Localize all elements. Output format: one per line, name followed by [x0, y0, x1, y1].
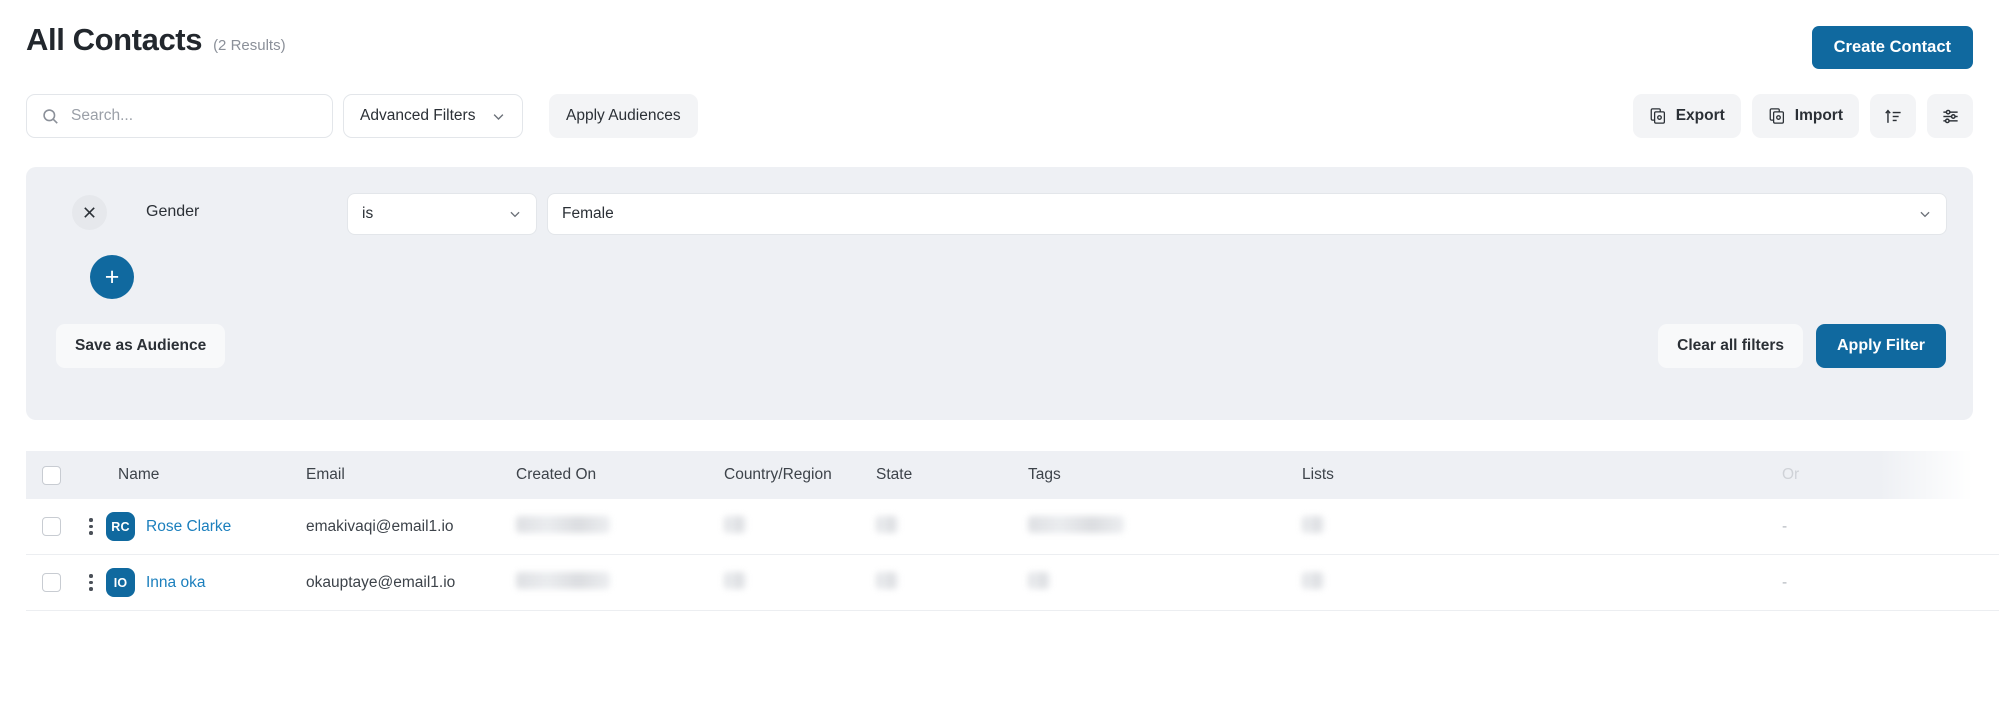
remove-filter-button[interactable] — [72, 195, 107, 230]
redacted-value — [1302, 515, 1324, 533]
avatar: RC — [106, 512, 135, 541]
export-label: Export — [1675, 107, 1725, 124]
row-checkbox[interactable] — [41, 517, 61, 536]
import-button[interactable]: Import — [1751, 94, 1859, 138]
redacted-value — [516, 515, 610, 533]
close-icon — [84, 207, 95, 218]
import-label: Import — [1794, 107, 1843, 124]
chevron-down-icon — [510, 211, 520, 218]
row-tags-cell — [1028, 515, 1302, 538]
table-row[interactable]: IO Inna oka okauptaye@email1.io - — [26, 555, 1999, 611]
redacted-value — [1302, 571, 1324, 589]
organization-value: - — [1782, 517, 1788, 535]
import-icon — [1769, 108, 1784, 124]
add-filter-button[interactable]: + — [90, 255, 134, 299]
organization-value: - — [1782, 573, 1788, 591]
search-box[interactable] — [26, 94, 333, 138]
redacted-value — [516, 571, 610, 589]
redacted-value — [1028, 515, 1124, 533]
row-name-cell: IO Inna oka — [106, 568, 306, 597]
toolbar-right-group: Export Import — [1632, 94, 1973, 138]
col-email[interactable]: Email — [306, 466, 516, 484]
select-all-cell[interactable] — [26, 465, 76, 485]
page-header: All Contacts (2 Results) Create Contact — [0, 0, 1999, 78]
row-tags-cell — [1028, 571, 1302, 594]
select-all-checkbox[interactable] — [41, 465, 61, 485]
row-organization-cell: - — [1782, 574, 1902, 592]
row-organization-cell: - — [1782, 518, 1902, 536]
avatar: IO — [106, 568, 135, 597]
search-input[interactable] — [71, 107, 311, 125]
col-organization[interactable]: Or — [1782, 466, 1902, 484]
row-name-cell: RC Rose Clarke — [106, 512, 306, 541]
col-country-region[interactable]: Country/Region — [724, 466, 876, 484]
advanced-filters-dropdown[interactable]: Advanced Filters — [343, 94, 524, 138]
apply-audiences-button[interactable]: Apply Audiences — [549, 94, 698, 138]
kebab-menu-icon[interactable] — [89, 574, 93, 591]
col-created-on[interactable]: Created On — [516, 466, 724, 484]
redacted-value — [876, 571, 898, 589]
contacts-table: Name Email Created On Country/Region Sta… — [26, 451, 1999, 611]
title-wrap: All Contacts (2 Results) — [26, 22, 286, 58]
row-lists-cell — [1302, 515, 1782, 538]
filter-panel: Gender is Female + Save as Audience Clea… — [26, 167, 1973, 420]
contact-name-link[interactable]: Rose Clarke — [146, 518, 231, 536]
table-row[interactable]: RC Rose Clarke emakivaqi@email1.io - — [26, 499, 1999, 555]
save-as-audience-button[interactable]: Save as Audience — [56, 324, 226, 368]
row-created-on-cell — [516, 515, 724, 538]
row-lists-cell — [1302, 571, 1782, 594]
apply-filter-button[interactable]: Apply Filter — [1815, 324, 1946, 368]
chevron-down-icon — [494, 113, 504, 120]
row-checkbox[interactable] — [41, 573, 61, 592]
kebab-menu-icon[interactable] — [89, 518, 93, 535]
filter-value-select[interactable]: Female — [547, 193, 1947, 235]
plus-icon: + — [104, 262, 120, 291]
row-state-cell — [876, 515, 1028, 538]
apply-audiences-label: Apply Audiences — [566, 107, 681, 124]
row-state-cell — [876, 571, 1028, 594]
col-name[interactable]: Name — [76, 466, 306, 484]
row-email-cell: okauptaye@email1.io — [306, 574, 516, 592]
advanced-filters-label: Advanced Filters — [360, 107, 476, 124]
row-country-cell — [724, 515, 876, 538]
col-tags[interactable]: Tags — [1028, 466, 1302, 484]
table-settings-button[interactable] — [1927, 94, 1973, 138]
search-icon — [43, 108, 58, 124]
filter-field-label: Gender — [146, 203, 200, 220]
export-icon — [1650, 108, 1665, 124]
row-select-cell[interactable] — [26, 517, 76, 536]
redacted-value — [1028, 571, 1050, 589]
table-header-row: Name Email Created On Country/Region Sta… — [26, 451, 1999, 499]
sort-button[interactable] — [1870, 94, 1916, 138]
row-country-cell — [724, 571, 876, 594]
col-lists[interactable]: Lists — [1302, 466, 1782, 484]
redacted-value — [876, 515, 898, 533]
row-menu-cell[interactable] — [76, 574, 106, 591]
contact-email: emakivaqi@email1.io — [306, 517, 454, 535]
row-email-cell: emakivaqi@email1.io — [306, 518, 516, 536]
contact-email: okauptaye@email1.io — [306, 573, 456, 591]
contact-name-link[interactable]: Inna oka — [146, 574, 205, 592]
redacted-value — [724, 515, 746, 533]
create-contact-button[interactable]: Create Contact — [1811, 26, 1973, 69]
clear-all-filters-button[interactable]: Clear all filters — [1658, 324, 1803, 368]
col-state[interactable]: State — [876, 466, 1028, 484]
row-created-on-cell — [516, 571, 724, 594]
export-button[interactable]: Export — [1632, 94, 1741, 138]
page-title: All Contacts — [26, 22, 203, 57]
filter-row: Gender is Female — [26, 167, 1973, 247]
filter-actions: Clear all filters Apply Filter — [1658, 324, 1946, 368]
results-count: (2 Results) — [213, 37, 286, 54]
redacted-value — [724, 571, 746, 589]
sliders-icon — [1942, 109, 1958, 123]
contacts-page: All Contacts (2 Results) Create Contact … — [0, 0, 1999, 703]
filter-operator-select[interactable]: is — [347, 193, 537, 235]
sort-icon — [1884, 109, 1901, 123]
toolbar: Advanced Filters Apply Audiences Export — [0, 94, 1999, 146]
row-select-cell[interactable] — [26, 573, 76, 592]
filter-operator-value: is — [362, 205, 374, 222]
filter-value: Female — [562, 205, 614, 222]
chevron-down-icon — [1920, 211, 1930, 218]
row-menu-cell[interactable] — [76, 518, 106, 535]
